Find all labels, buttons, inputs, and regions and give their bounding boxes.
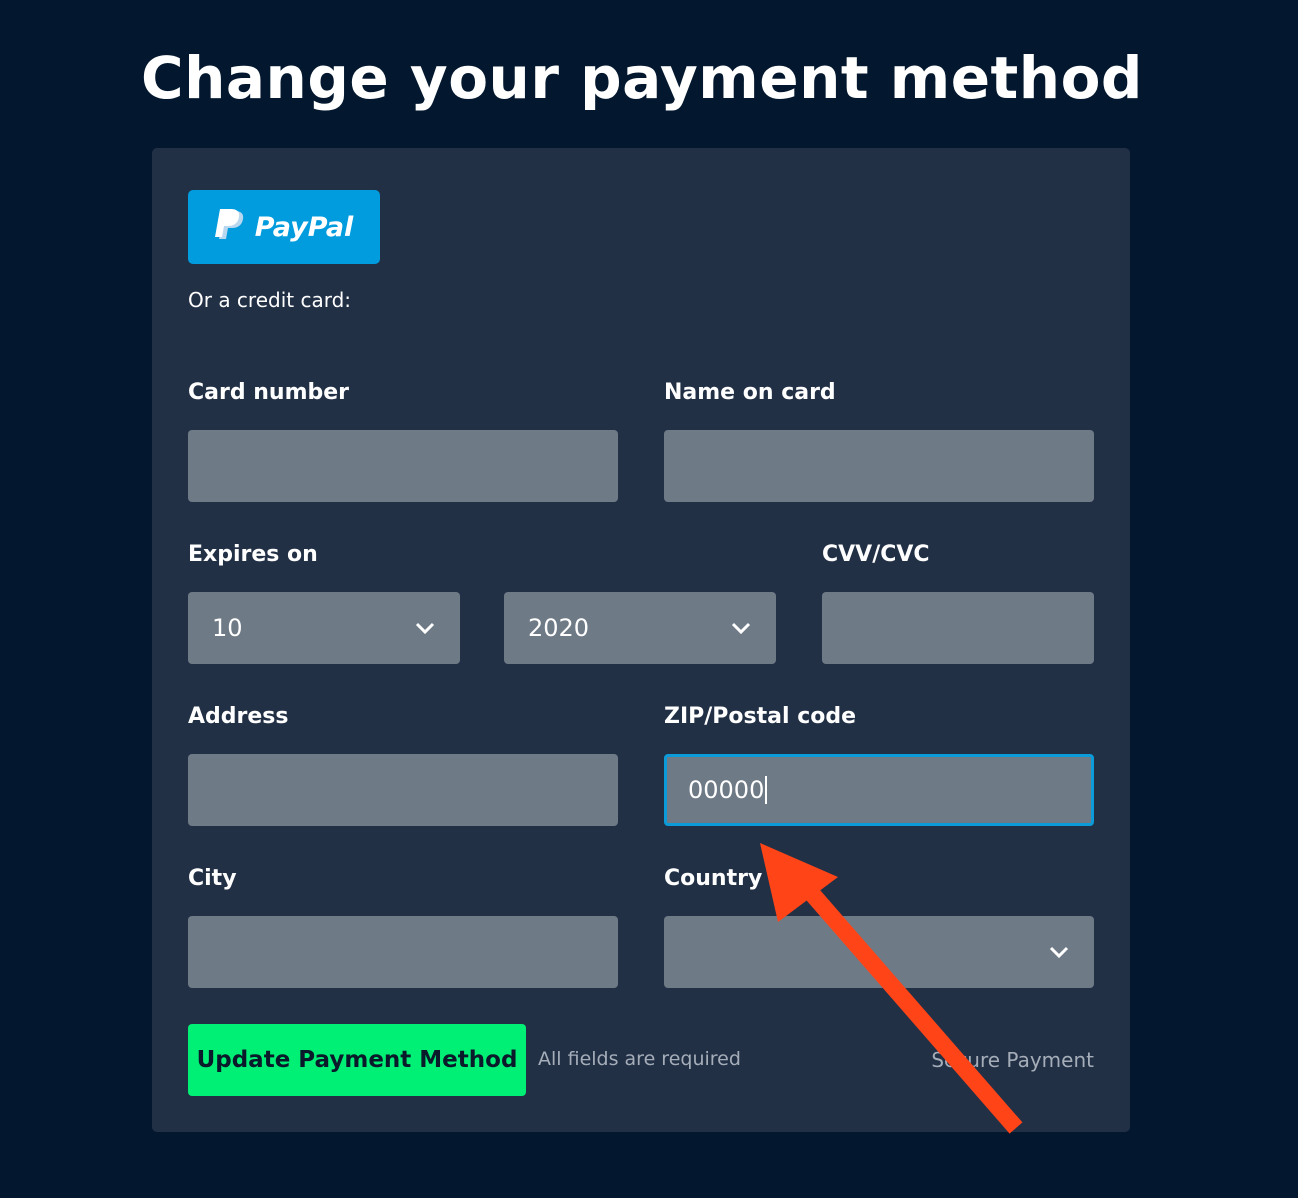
zip-value: 00000: [688, 776, 765, 804]
country-select[interactable]: [664, 916, 1094, 988]
text-cursor: [765, 776, 768, 804]
paypal-label: PayPal: [254, 211, 354, 243]
city-input[interactable]: [188, 916, 618, 988]
expiry-month-value: 10: [212, 614, 243, 642]
name-on-card-label: Name on card: [664, 380, 836, 405]
chevron-down-icon: [415, 622, 435, 635]
expiry-year-value: 2020: [528, 614, 590, 642]
cvv-label: CVV/CVC: [822, 542, 930, 567]
zip-input[interactable]: 00000: [664, 754, 1094, 826]
secure-payment-note: Secure Payment: [931, 1048, 1094, 1072]
credit-card-prompt: Or a credit card:: [188, 288, 352, 312]
paypal-logo: PayPal: [214, 209, 354, 245]
zip-label: ZIP/Postal code: [664, 704, 857, 729]
page-title: Change your payment method: [141, 44, 1143, 112]
address-label: Address: [188, 704, 289, 729]
expiry-month-select[interactable]: 10: [188, 592, 460, 664]
paypal-p-icon: [214, 209, 243, 239]
expiry-year-select[interactable]: 2020: [504, 592, 776, 664]
required-fields-note: All fields are required: [538, 1048, 741, 1070]
name-on-card-input[interactable]: [664, 430, 1094, 502]
country-label: Country: [664, 866, 763, 891]
expires-on-label: Expires on: [188, 542, 318, 567]
cvv-input[interactable]: [822, 592, 1094, 664]
card-number-label: Card number: [188, 380, 350, 405]
chevron-down-icon: [731, 622, 751, 635]
chevron-down-icon: [1049, 946, 1069, 959]
card-number-input[interactable]: [188, 430, 618, 502]
paypal-button[interactable]: PayPal: [188, 190, 380, 264]
payment-form-card: PayPal Or a credit card: Card number Nam…: [152, 148, 1130, 1132]
update-payment-method-button[interactable]: Update Payment Method: [188, 1024, 526, 1096]
city-label: City: [188, 866, 237, 891]
address-input[interactable]: [188, 754, 618, 826]
